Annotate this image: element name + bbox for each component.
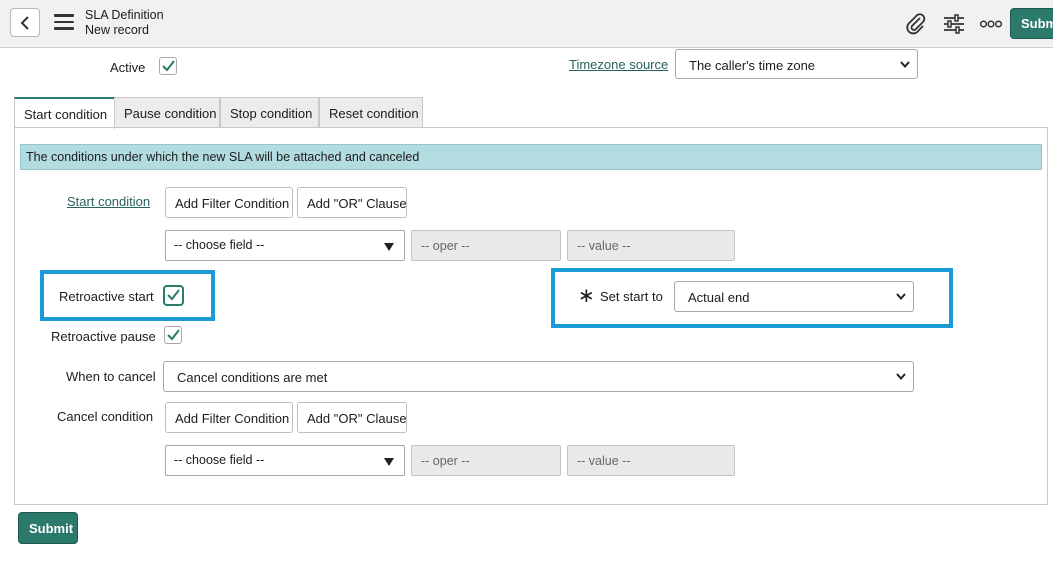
active-label: Active xyxy=(110,60,146,75)
hamburger-menu-icon[interactable] xyxy=(54,14,74,30)
sliders-icon[interactable] xyxy=(943,13,965,35)
add-or-clause-button[interactable]: Add "OR" Clause xyxy=(297,187,407,218)
triangle-down-icon xyxy=(384,243,394,251)
tab-reset-condition[interactable]: Reset condition xyxy=(319,97,423,128)
set-start-to-label: Set start to xyxy=(600,289,663,304)
cancel-value-field: -- value -- xyxy=(567,445,735,476)
tab-pause-condition[interactable]: Pause condition xyxy=(114,97,220,128)
retroactive-pause-checkbox[interactable] xyxy=(164,326,182,344)
checkmark-icon xyxy=(167,289,180,301)
timezone-source-select[interactable]: The caller's time zone xyxy=(675,49,918,79)
set-start-to-value: Actual end xyxy=(688,290,750,305)
form-title: SLA Definition xyxy=(85,8,164,22)
cancel-add-filter-condition-button[interactable]: Add Filter Condition xyxy=(165,402,293,433)
cancel-operator-field: -- oper -- xyxy=(411,445,561,476)
start-condition-link[interactable]: Start condition xyxy=(67,194,150,209)
cancel-condition-label: Cancel condition xyxy=(57,409,154,424)
set-start-to-select[interactable]: Actual end xyxy=(674,281,914,312)
tab-stop-condition[interactable]: Stop condition xyxy=(220,97,319,128)
active-checkbox[interactable] xyxy=(159,57,177,75)
when-to-cancel-label: When to cancel xyxy=(66,369,156,384)
cancel-choose-field-select[interactable]: -- choose field -- xyxy=(165,445,405,476)
choose-field-select[interactable]: -- choose field -- xyxy=(165,230,405,261)
chevron-left-icon xyxy=(20,16,29,30)
chevron-down-icon xyxy=(900,61,910,68)
retroactive-start-label: Retroactive start xyxy=(59,289,154,304)
paperclip-icon[interactable] xyxy=(905,13,927,35)
back-button[interactable] xyxy=(10,8,40,37)
when-to-cancel-value: Cancel conditions are met xyxy=(177,370,328,385)
chevron-down-icon xyxy=(896,373,906,380)
add-filter-condition-button[interactable]: Add Filter Condition xyxy=(165,187,293,218)
triangle-down-icon xyxy=(384,458,394,466)
cancel-add-or-clause-button[interactable]: Add "OR" Clause xyxy=(297,402,407,433)
timezone-source-link[interactable]: Timezone source xyxy=(569,57,668,72)
cancel-choose-field-placeholder: -- choose field -- xyxy=(174,453,265,467)
submit-button-footer[interactable]: Submit xyxy=(18,512,78,544)
timezone-source-value: The caller's time zone xyxy=(689,58,816,73)
more-options-icon[interactable] xyxy=(980,19,1002,29)
retroactive-start-checkbox[interactable] xyxy=(163,285,184,306)
chevron-down-icon xyxy=(896,293,906,300)
when-to-cancel-select[interactable]: Cancel conditions are met xyxy=(163,361,914,392)
checkmark-icon xyxy=(167,329,180,341)
checkmark-icon xyxy=(162,60,175,72)
operator-field: -- oper -- xyxy=(411,230,561,261)
required-marker-icon: ∗ xyxy=(578,285,595,307)
retroactive-pause-label: Retroactive pause xyxy=(51,329,156,344)
value-field: -- value -- xyxy=(567,230,735,261)
submit-button-header[interactable]: Submit xyxy=(1010,8,1053,39)
choose-field-placeholder: -- choose field -- xyxy=(174,238,265,252)
form-subtitle: New record xyxy=(85,23,149,37)
tab-start-condition[interactable]: Start condition xyxy=(14,97,115,129)
info-message: The conditions under which the new SLA w… xyxy=(20,144,1042,170)
